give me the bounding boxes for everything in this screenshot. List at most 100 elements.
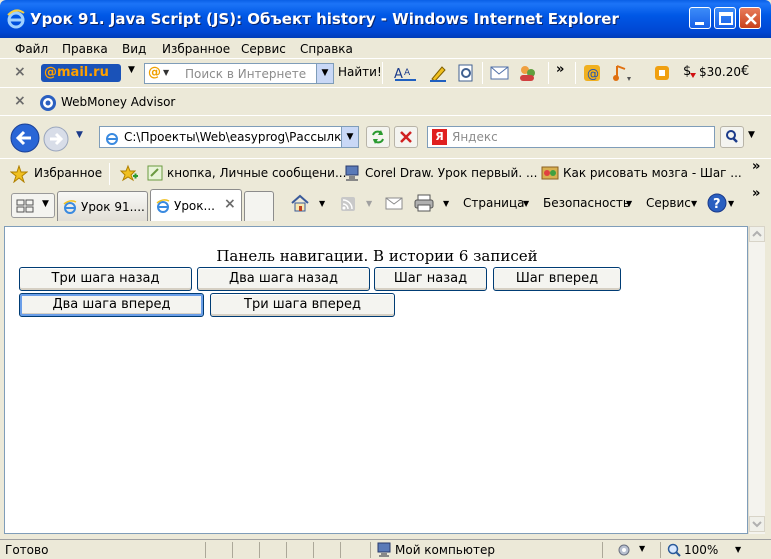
maximize-button[interactable] bbox=[714, 7, 736, 29]
yandex-icon: Я bbox=[432, 129, 447, 145]
protected-mode[interactable]: ▼ bbox=[602, 542, 660, 558]
quick-tabs-button[interactable]: ▼ bbox=[11, 193, 55, 218]
favorites-bar: Избранное кнопка, Личные сообщени... Cor… bbox=[0, 158, 771, 188]
minimize-button[interactable] bbox=[689, 7, 711, 29]
feeds-dropdown-icon[interactable]: ▼ bbox=[366, 199, 372, 208]
close-toolbar-icon[interactable]: × bbox=[14, 93, 26, 109]
back-icon[interactable] bbox=[9, 122, 41, 154]
page-menu[interactable]: Страница bbox=[463, 196, 525, 210]
exchange-rate[interactable]: $30.20 bbox=[699, 65, 741, 79]
menu-help[interactable]: Справка bbox=[300, 42, 353, 56]
toolbar-overflow-icon[interactable]: » bbox=[556, 62, 564, 77]
home-dropdown-icon[interactable]: ▼ bbox=[319, 199, 325, 208]
vertical-scrollbar[interactable] bbox=[748, 226, 765, 534]
favorites-link-1[interactable]: кнопка, Личные сообщени... bbox=[167, 166, 346, 180]
ie-page-icon bbox=[156, 199, 170, 213]
my-computer-icon bbox=[377, 542, 391, 557]
zoom-icon bbox=[667, 543, 681, 557]
scroll-up-button[interactable] bbox=[749, 226, 765, 242]
add-favorite-icon[interactable] bbox=[119, 164, 139, 184]
step-back-button[interactable]: Шаг назад bbox=[374, 267, 487, 291]
address-toolbar: ▼ C:\Проекты\Web\easyprog\Рассылки ▼ Я Я… bbox=[0, 115, 771, 158]
divider bbox=[482, 62, 483, 84]
agent-icon[interactable] bbox=[516, 63, 540, 83]
status-cell bbox=[286, 542, 313, 558]
dropdown-arrow-icon[interactable]: ▼ bbox=[316, 64, 333, 83]
three-steps-forward-button[interactable]: Три шага вперед bbox=[210, 293, 395, 317]
close-toolbar-icon[interactable]: × bbox=[14, 64, 26, 80]
webmoney-label[interactable]: WebMoney Advisor bbox=[61, 95, 175, 109]
address-input[interactable]: C:\Проекты\Web\easyprog\Рассылки ▼ bbox=[99, 126, 359, 148]
font-size-icon[interactable]: AA bbox=[392, 63, 420, 83]
two-steps-forward-button[interactable]: Два шага вперед bbox=[19, 293, 204, 317]
yandex-placeholder: Яндекс bbox=[452, 130, 498, 144]
command-overflow-icon[interactable]: » bbox=[752, 186, 760, 201]
scroll-down-button[interactable] bbox=[749, 516, 765, 532]
status-text: Готово bbox=[5, 543, 49, 557]
refresh-button[interactable] bbox=[366, 126, 390, 148]
history-dropdown-icon[interactable]: ▼ bbox=[76, 130, 83, 140]
help-icon[interactable]: ? bbox=[707, 193, 727, 213]
new-tab-button[interactable] bbox=[244, 191, 274, 221]
tab-list-icon[interactable]: ▼ bbox=[42, 199, 49, 209]
music-icon[interactable] bbox=[611, 63, 633, 83]
favorites-star-icon bbox=[10, 165, 28, 183]
mailru-toolbar: × @mail.ru ▼ @ ▼ Поиск в Интернете ▼ Най… bbox=[0, 58, 771, 87]
mail-agent-icon[interactable]: @ bbox=[583, 64, 601, 82]
home-icon[interactable] bbox=[290, 194, 310, 212]
security-zone[interactable]: Мой компьютер bbox=[370, 542, 602, 558]
two-steps-back-button[interactable]: Два шага назад bbox=[197, 267, 370, 291]
mailru-search-icon: @ bbox=[148, 65, 161, 80]
address-dropdown-icon[interactable]: ▼ bbox=[341, 127, 358, 147]
webmoney-toolbar: × WebMoney Advisor bbox=[0, 87, 771, 115]
stop-icon bbox=[400, 131, 412, 143]
maximize-icon bbox=[719, 12, 733, 25]
divider bbox=[548, 62, 549, 84]
menu-tools[interactable]: Сервис bbox=[241, 42, 286, 56]
print-icon[interactable] bbox=[413, 193, 435, 213]
tab-2-active[interactable]: Урок... × bbox=[150, 189, 242, 221]
highlighter-icon[interactable] bbox=[428, 63, 448, 83]
menu-file[interactable]: Файл bbox=[15, 42, 48, 56]
print-dropdown-icon[interactable]: ▼ bbox=[443, 199, 449, 208]
menu-edit[interactable]: Правка bbox=[62, 42, 108, 56]
forward-icon[interactable] bbox=[42, 125, 70, 153]
address-url: C:\Проекты\Web\easyprog\Рассылки bbox=[124, 130, 350, 144]
tab-1[interactable]: Урок 91.... bbox=[57, 191, 148, 221]
close-button[interactable] bbox=[739, 7, 761, 29]
chevron-down-icon: ▼ bbox=[163, 68, 170, 77]
favorites-overflow-icon[interactable]: » bbox=[752, 159, 760, 174]
favorites-link-2[interactable]: Corel Draw. Урок первый. ... bbox=[365, 166, 537, 180]
read-mail-icon[interactable] bbox=[385, 196, 403, 210]
tools-menu[interactable]: Сервис bbox=[646, 196, 691, 210]
chevron-down-icon[interactable]: ▼ bbox=[128, 65, 135, 75]
window-title: Урок 91. Java Script (JS): Объект histor… bbox=[30, 10, 619, 28]
mail-icon[interactable] bbox=[490, 64, 510, 82]
close-tab-icon[interactable]: × bbox=[224, 196, 236, 212]
mailru-logo[interactable]: @mail.ru bbox=[41, 64, 121, 82]
three-steps-back-button[interactable]: Три шага назад bbox=[19, 267, 192, 291]
zoom-control[interactable]: 100% ▼ bbox=[660, 542, 755, 558]
menu-view[interactable]: Вид bbox=[122, 42, 146, 56]
title-bar[interactable]: Урок 91. Java Script (JS): Объект histor… bbox=[0, 0, 771, 38]
favorites-link-3[interactable]: Как рисовать мозга - Шаг ... bbox=[563, 166, 742, 180]
zoom-level: 100% bbox=[684, 543, 719, 557]
search-button[interactable] bbox=[720, 126, 744, 148]
euro-rate[interactable]: € bbox=[741, 64, 749, 79]
favorites-button[interactable]: Избранное bbox=[34, 166, 102, 180]
step-forward-button[interactable]: Шаг вперед bbox=[493, 267, 621, 291]
help-dropdown-icon[interactable]: ▼ bbox=[728, 199, 734, 208]
mailru-search-input[interactable]: @ ▼ Поиск в Интернете ▼ bbox=[144, 63, 334, 84]
menu-favorites[interactable]: Избранное bbox=[162, 42, 230, 56]
page-search-icon[interactable] bbox=[456, 63, 476, 83]
feeds-icon[interactable] bbox=[340, 196, 356, 212]
stop-button[interactable] bbox=[394, 126, 418, 148]
safety-menu[interactable]: Безопасность bbox=[543, 196, 630, 210]
divider bbox=[109, 163, 110, 185]
search-options-icon[interactable]: ▼ bbox=[748, 130, 755, 140]
yandex-search-input[interactable]: Я Яндекс bbox=[427, 126, 715, 148]
mailru-find-button[interactable]: Найти! bbox=[338, 65, 382, 79]
shield-icon[interactable] bbox=[653, 63, 671, 83]
search-placeholder: Поиск в Интернете bbox=[185, 67, 307, 81]
link-page-icon bbox=[345, 165, 359, 181]
